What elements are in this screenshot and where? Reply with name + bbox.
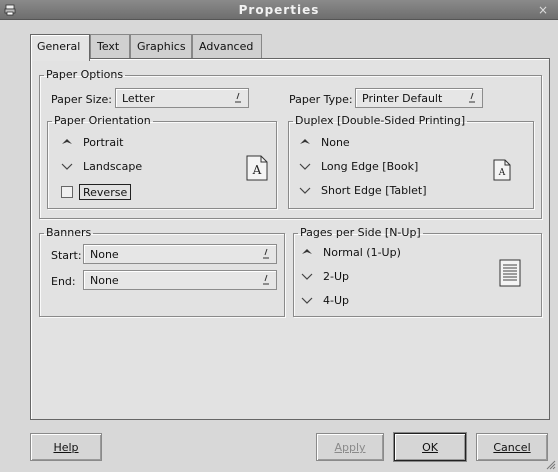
title-bar[interactable]: Properties × <box>0 0 558 20</box>
radio-selected-icon <box>62 139 72 144</box>
svg-text:A: A <box>498 168 506 178</box>
cancel-button[interactable]: Cancel <box>476 433 548 461</box>
window-title: Properties <box>238 3 320 17</box>
radio-unselected-icon <box>299 187 311 194</box>
apply-button[interactable]: Apply <box>316 433 384 461</box>
radio-portrait[interactable]: Portrait <box>61 135 181 151</box>
radio-short-edge[interactable]: Short Edge [Tablet] <box>299 183 449 199</box>
radio-nup-2-label: 2-Up <box>323 270 350 283</box>
radio-long-edge-label: Long Edge [Book] <box>321 160 419 173</box>
help-button[interactable]: Help <box>30 433 102 461</box>
nup-legend: Pages per Side [N-Up] <box>300 226 421 239</box>
radio-landscape-label: Landscape <box>83 160 143 173</box>
banner-start-select[interactable]: None <box>83 244 277 264</box>
dropdown-arrow-icon <box>235 92 241 103</box>
radio-landscape[interactable]: Landscape <box>61 159 181 175</box>
paper-type-value: Printer Default <box>362 92 443 105</box>
apply-button-label: Apply <box>334 441 366 454</box>
radio-nup-4-label: 4-Up <box>323 294 350 307</box>
one-up-page-icon <box>499 259 521 287</box>
paper-type-select[interactable]: Printer Default <box>355 88 483 108</box>
banner-end-value: None <box>90 274 119 287</box>
banner-end-label: End: <box>51 275 76 288</box>
radio-nup-4[interactable]: 4-Up <box>301 293 401 309</box>
radio-nup-1[interactable]: Normal (1-Up) <box>301 245 451 261</box>
paper-orientation-legend: Paper Orientation <box>54 114 151 127</box>
radio-portrait-label: Portrait <box>83 136 124 149</box>
cancel-button-label: Cancel <box>493 441 531 454</box>
dropdown-arrow-icon <box>469 92 475 103</box>
svg-text:A: A <box>252 163 262 177</box>
tab-text[interactable]: Text <box>90 34 130 59</box>
radio-long-edge[interactable]: Long Edge [Book] <box>299 159 449 175</box>
duplex-page-icon: A <box>493 159 511 181</box>
banner-start-value: None <box>90 248 119 261</box>
radio-duplex-none[interactable]: None <box>299 135 419 151</box>
paper-size-value: Letter <box>122 92 155 105</box>
properties-dialog: Properties × General Text Graphics Advan… <box>0 0 558 472</box>
resize-grip-icon[interactable] <box>546 460 556 470</box>
banner-end-select[interactable]: None <box>83 270 277 290</box>
banner-start-label: Start: <box>51 249 82 262</box>
ok-button[interactable]: OK <box>394 433 466 461</box>
dropdown-arrow-icon <box>263 274 269 285</box>
radio-unselected-icon <box>301 273 313 280</box>
radio-unselected-icon <box>299 163 311 170</box>
radio-duplex-none-label: None <box>321 136 350 149</box>
radio-nup-2[interactable]: 2-Up <box>301 269 401 285</box>
close-icon[interactable]: × <box>538 4 550 16</box>
paper-size-select[interactable]: Letter <box>115 88 249 108</box>
radio-selected-icon <box>302 249 312 254</box>
reverse-label[interactable]: Reverse <box>79 184 132 200</box>
reverse-checkbox[interactable] <box>61 186 73 198</box>
paper-options-legend: Paper Options <box>46 68 124 81</box>
dropdown-arrow-icon <box>263 248 269 259</box>
radio-nup-1-label: Normal (1-Up) <box>323 246 401 259</box>
paper-type-label: Paper Type: <box>289 93 353 106</box>
radio-short-edge-label: Short Edge [Tablet] <box>321 184 427 197</box>
banners-legend: Banners <box>46 226 92 239</box>
portrait-page-icon: A <box>246 155 268 181</box>
tab-graphics[interactable]: Graphics <box>130 34 192 59</box>
tab-advanced[interactable]: Advanced <box>192 34 262 59</box>
radio-selected-icon <box>300 139 310 144</box>
duplex-legend: Duplex [Double-Sided Printing] <box>295 114 466 127</box>
radio-unselected-icon <box>61 163 73 170</box>
ok-button-label: OK <box>422 441 438 454</box>
radio-unselected-icon <box>301 297 313 304</box>
paper-size-label: Paper Size: <box>51 93 112 106</box>
tab-general[interactable]: General <box>30 34 90 61</box>
general-tab-panel: Paper Options Paper Size: Letter Paper T… <box>30 58 550 420</box>
help-button-label: Help <box>53 441 79 454</box>
